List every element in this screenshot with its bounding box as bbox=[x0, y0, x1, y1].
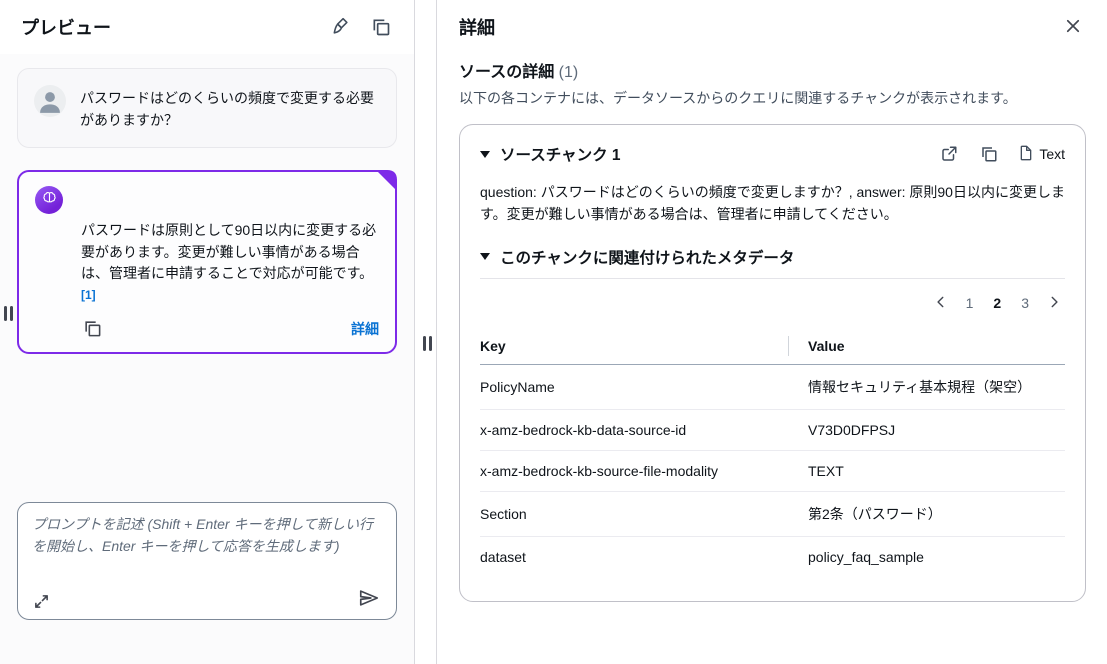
preview-header: プレビュー bbox=[0, 0, 414, 54]
metadata-section-title: このチャンクに関連付けられたメタデータ bbox=[500, 246, 794, 268]
user-avatar bbox=[34, 85, 66, 117]
row-key: Section bbox=[480, 506, 788, 522]
user-message-text: パスワードはどのくらいの頻度で変更する必要がありますか？ bbox=[80, 85, 380, 131]
prompt-box bbox=[17, 502, 397, 620]
chunk-collapse-toggle[interactable]: ソースチャンク 1 bbox=[480, 143, 621, 165]
metadata-collapse-toggle[interactable]: このチャンクに関連付けられたメタデータ bbox=[480, 246, 1065, 268]
chevron-right-icon bbox=[1047, 295, 1061, 312]
row-value: V73D0DFPSJ bbox=[788, 422, 1065, 438]
metadata-table: Key Value PolicyName 情報セキュリティ基本規程（架空） x-… bbox=[480, 330, 1065, 577]
send-button[interactable] bbox=[356, 585, 382, 611]
resize-diagonal-icon bbox=[34, 594, 49, 609]
source-details-heading: ソースの詳細 (1) bbox=[459, 58, 1086, 82]
chunk-body-text: question: パスワードはどのくらいの頻度で変更しますか？, answer… bbox=[480, 181, 1065, 226]
brain-icon bbox=[41, 190, 58, 210]
panel-splitter[interactable] bbox=[415, 0, 437, 664]
user-message-card: パスワードはどのくらいの頻度で変更する必要がありますか？ bbox=[17, 68, 397, 148]
assistant-message-card: パスワードは原則として90日以内に変更する必要があります。変更が難しい事情がある… bbox=[17, 170, 397, 354]
assistant-message-body: パスワードは原則として90日以内に変更する必要があります。変更が難しい事情がある… bbox=[81, 220, 379, 305]
caret-down-icon bbox=[480, 253, 490, 260]
copy-chunk-button[interactable] bbox=[978, 143, 1000, 165]
preview-panel: プレビュー bbox=[0, 0, 415, 664]
row-key: x-amz-bedrock-kb-data-source-id bbox=[480, 422, 788, 438]
citation-link[interactable]: [1] bbox=[81, 286, 96, 304]
assistant-avatar bbox=[35, 186, 63, 214]
row-key: PolicyName bbox=[480, 379, 788, 395]
brush-icon bbox=[331, 17, 351, 37]
source-chunk-card: ソースチャンク 1 bbox=[459, 124, 1086, 602]
metadata-table-header: Key Value bbox=[480, 330, 1065, 365]
source-details-count: (1) bbox=[559, 64, 579, 81]
left-resize-handle[interactable] bbox=[4, 306, 13, 321]
page-button-2-current[interactable]: 2 bbox=[987, 293, 1007, 313]
previous-page-button[interactable] bbox=[930, 293, 952, 314]
card-fold-decoration bbox=[375, 170, 397, 195]
clear-conversation-button[interactable] bbox=[329, 15, 353, 39]
person-icon bbox=[36, 86, 64, 117]
send-icon bbox=[358, 587, 380, 609]
close-details-button[interactable] bbox=[1060, 13, 1086, 42]
chunk-title: ソースチャンク 1 bbox=[500, 143, 621, 165]
view-text-label: Text bbox=[1039, 146, 1065, 162]
row-key: dataset bbox=[480, 549, 788, 565]
details-panel-title: 詳細 bbox=[459, 14, 495, 40]
metadata-divider bbox=[480, 278, 1065, 279]
panel-resize-handle[interactable] bbox=[423, 336, 432, 351]
close-icon bbox=[1064, 23, 1082, 38]
row-value: TEXT bbox=[788, 463, 1065, 479]
table-row: dataset policy_faq_sample bbox=[480, 537, 1065, 577]
table-row: x-amz-bedrock-kb-source-file-modality TE… bbox=[480, 451, 1065, 492]
key-column-header: Key bbox=[480, 338, 788, 354]
next-page-button[interactable] bbox=[1043, 293, 1065, 314]
file-icon bbox=[1018, 145, 1034, 164]
details-link[interactable]: 詳細 bbox=[351, 319, 379, 339]
copy-icon bbox=[83, 319, 102, 338]
source-details-description: 以下の各コンテナには、データソースからのクエリに関連するチャンクが表示されます。 bbox=[459, 88, 1086, 108]
external-link-icon bbox=[940, 145, 958, 163]
copy-response-button[interactable] bbox=[81, 317, 104, 340]
details-panel: 詳細 ソースの詳細 (1) 以下の各コンテナには、データソースからのクエリに関連… bbox=[437, 0, 1107, 664]
copy-icon bbox=[980, 145, 998, 163]
view-text-button[interactable]: Text bbox=[1018, 145, 1065, 164]
assistant-message-text: パスワードは原則として90日以内に変更する必要があります。変更が難しい事情がある… bbox=[81, 222, 376, 281]
source-details-title: ソースの詳細 bbox=[459, 64, 554, 81]
table-row: x-amz-bedrock-kb-data-source-id V73D0DFP… bbox=[480, 410, 1065, 451]
open-chunk-button[interactable] bbox=[938, 143, 960, 165]
row-value: policy_faq_sample bbox=[788, 549, 1065, 565]
expand-prompt-button[interactable] bbox=[32, 592, 51, 611]
page-button-3[interactable]: 3 bbox=[1015, 293, 1035, 313]
caret-down-icon bbox=[480, 151, 490, 158]
chevron-left-icon bbox=[934, 295, 948, 312]
page-button-1[interactable]: 1 bbox=[960, 293, 980, 313]
value-column-header: Value bbox=[788, 338, 1065, 354]
row-value: 情報セキュリティ基本規程（架空） bbox=[788, 377, 1065, 397]
table-row: Section 第2条（パスワード） bbox=[480, 492, 1065, 537]
table-row: PolicyName 情報セキュリティ基本規程（架空） bbox=[480, 365, 1065, 410]
metadata-pagination: 1 2 3 bbox=[480, 293, 1065, 314]
prompt-input[interactable] bbox=[32, 513, 382, 585]
copy-icon bbox=[371, 17, 391, 37]
copy-conversation-button[interactable] bbox=[369, 15, 393, 39]
row-value: 第2条（パスワード） bbox=[788, 504, 1065, 524]
preview-title: プレビュー bbox=[21, 14, 111, 40]
row-key: x-amz-bedrock-kb-source-file-modality bbox=[480, 463, 788, 479]
